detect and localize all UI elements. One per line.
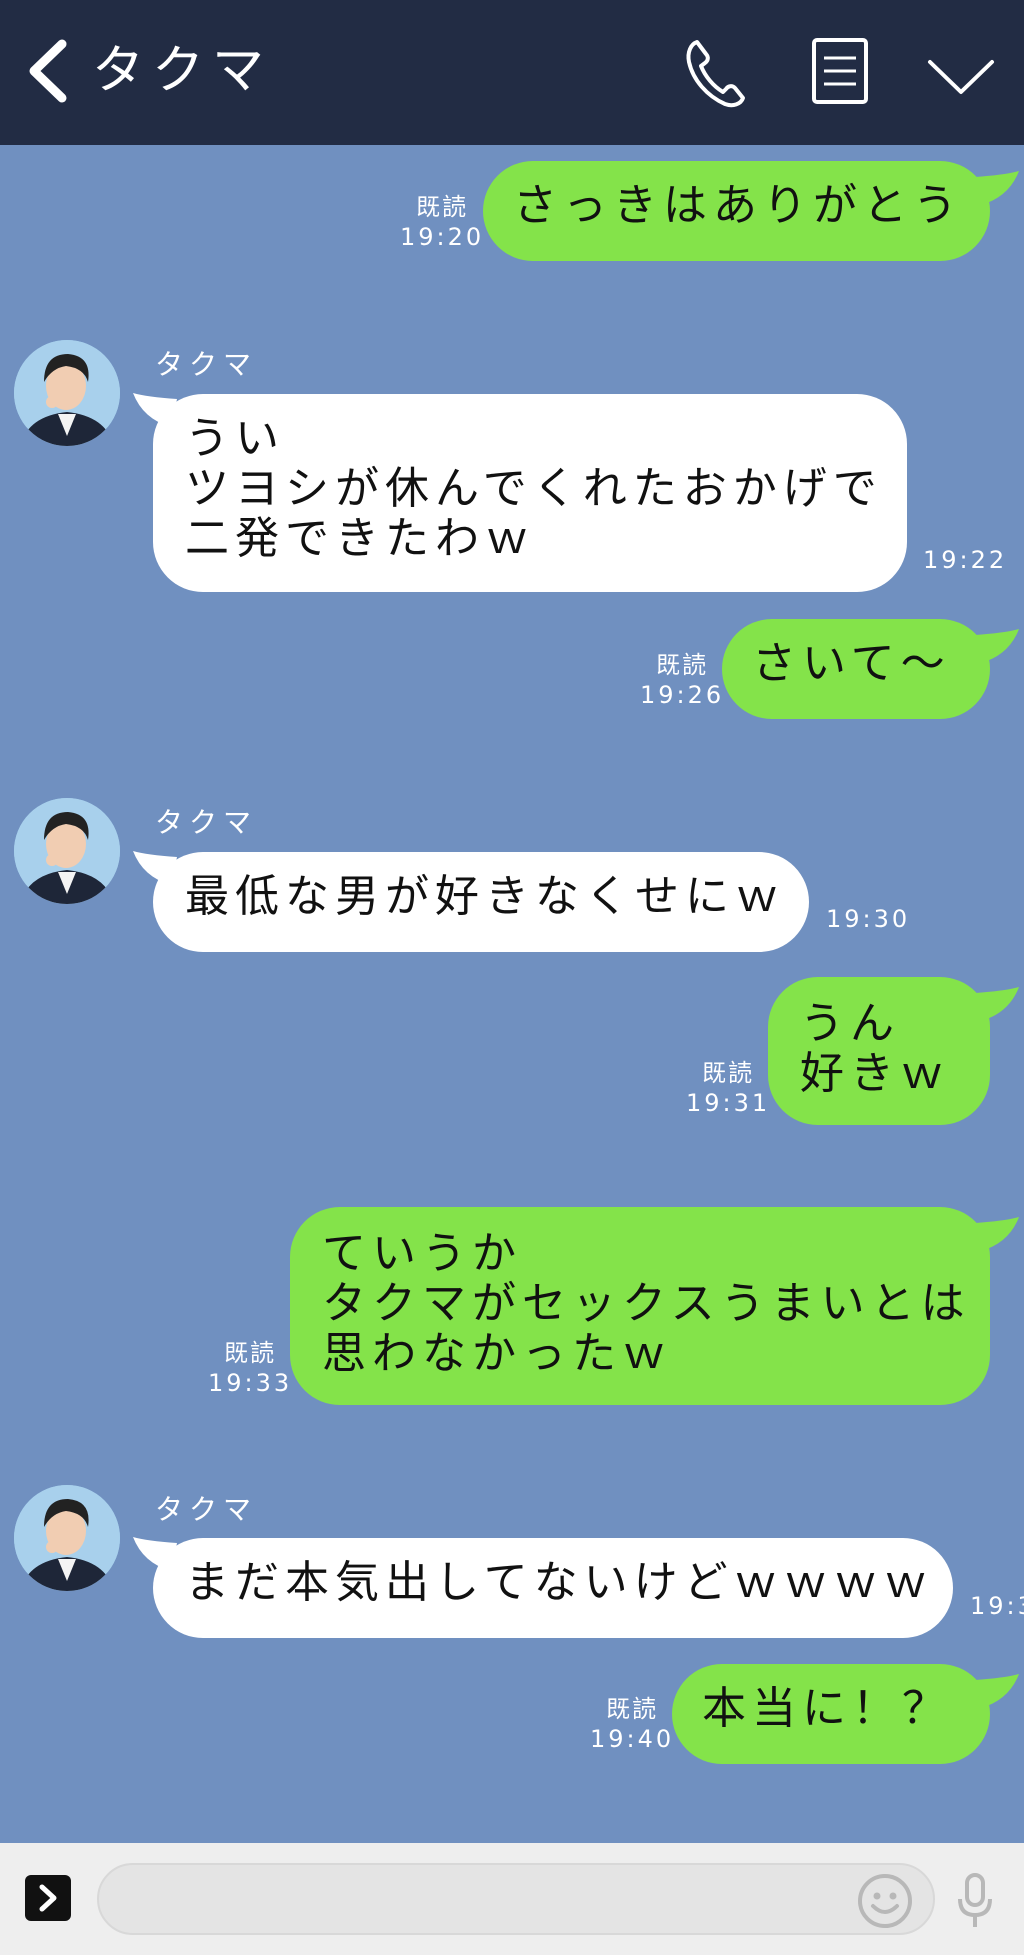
avatar-image — [14, 1485, 120, 1591]
chevron-left-icon[interactable] — [26, 38, 70, 104]
message-meta: 既読 19:20 — [400, 192, 484, 252]
message-bubble[interactable]: 最低な男が好きなくせにｗ — [153, 852, 809, 952]
message-time: 19:26 — [640, 681, 725, 709]
notes-icon[interactable] — [810, 36, 870, 106]
sender-name: タクマ — [155, 348, 258, 381]
avatar-image — [14, 340, 120, 446]
read-receipt: 既読 — [224, 1339, 277, 1367]
message-bubble[interactable]: 本当に！？ — [672, 1664, 990, 1764]
expand-button[interactable] — [25, 1875, 71, 1921]
avatar-image — [14, 798, 120, 904]
bubble-tail — [975, 1674, 1019, 1708]
message-bubble[interactable]: うい ツヨシが休んでくれたおかげで 二発できたわｗ — [153, 394, 907, 592]
chat-title: タクマ — [92, 41, 273, 101]
message-bubble[interactable]: さいて～ — [722, 619, 990, 719]
sender-name: タクマ — [155, 806, 258, 839]
message-bubble[interactable]: さっきはありがとう — [483, 161, 990, 261]
message-meta: 既読 19:31 — [686, 1058, 770, 1118]
message-meta: 既読 19:33 — [208, 1338, 292, 1398]
read-receipt: 既読 — [606, 1695, 659, 1723]
message-meta: 既読 19:40 — [590, 1694, 674, 1754]
phone-icon[interactable] — [683, 36, 749, 110]
message-time: 19:33 — [208, 1369, 293, 1397]
bubble-tail — [975, 1217, 1019, 1251]
bubble-tail — [975, 629, 1019, 663]
message-composer — [0, 1843, 1024, 1955]
message-time: 19:30 — [826, 905, 911, 933]
read-receipt: 既読 — [702, 1059, 755, 1087]
mic-icon[interactable] — [952, 1871, 998, 1931]
message-bubble[interactable]: ていうか タクマがセックスうまいとは 思わなかったｗ — [290, 1207, 990, 1405]
message-time: 19:31 — [686, 1089, 771, 1117]
chevron-down-icon[interactable] — [926, 52, 996, 102]
chat-area[interactable]: 既読 19:20 さっきはありがとう タクマ うい ツヨシが休んでくれたおかげで… — [0, 145, 1024, 1843]
message-meta: 既読 19:26 — [640, 650, 724, 710]
message-bubble[interactable]: うん 好きｗ — [768, 977, 990, 1125]
message-time: 19:20 — [400, 223, 485, 251]
read-receipt: 既読 — [416, 193, 469, 221]
message-time: 19:22 — [923, 546, 1008, 574]
emoji-icon[interactable] — [857, 1873, 913, 1929]
message-bubble[interactable]: まだ本気出してないけどｗｗｗｗ — [153, 1538, 953, 1638]
message-input[interactable] — [97, 1863, 935, 1935]
sender-name: タクマ — [155, 1493, 258, 1526]
read-receipt: 既読 — [656, 651, 709, 679]
message-time: 19:3 — [970, 1592, 1024, 1620]
avatar[interactable] — [14, 340, 120, 446]
avatar[interactable] — [14, 798, 120, 904]
message-time: 19:40 — [590, 1725, 675, 1753]
expand-icon — [39, 1884, 57, 1912]
bubble-tail — [975, 987, 1019, 1021]
chat-header: タクマ — [0, 0, 1024, 145]
avatar[interactable] — [14, 1485, 120, 1591]
bubble-tail — [975, 171, 1019, 205]
